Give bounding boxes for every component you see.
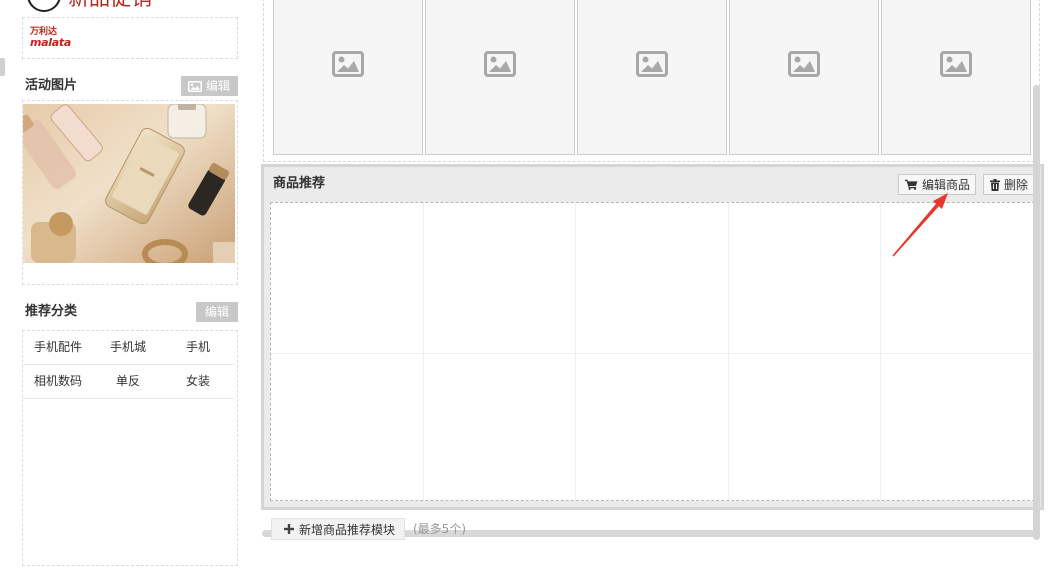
left-edge-tab [0, 58, 5, 76]
product-slot [576, 354, 729, 500]
category-item: 单反 [115, 374, 140, 388]
image-slot[interactable] [273, 0, 423, 155]
annotation-arrow-shaft [892, 203, 939, 257]
brand-logo: 万利达 malata [30, 27, 71, 48]
product-slot [728, 203, 882, 354]
product-slot [729, 354, 882, 500]
brand-logo-en: malata [30, 36, 71, 49]
category-item: 手机配件 [33, 340, 82, 354]
image-slot[interactable] [425, 0, 575, 155]
delete-button[interactable]: 删除 [983, 174, 1035, 195]
activity-image-label: 活动图片 [25, 78, 78, 93]
image-icon [188, 80, 202, 92]
product-slot [881, 354, 1034, 500]
recommend-category-label: 推荐分类 [25, 304, 78, 319]
image-placeholder-icon [484, 51, 516, 77]
brand-logo-box[interactable]: 万利达 malata [22, 17, 238, 59]
delete-label: 删除 [1004, 178, 1029, 192]
category-row: 手机配件 手机城 手机 [23, 331, 234, 365]
annotation-arrow [892, 193, 948, 257]
image-placeholder-icon [636, 51, 668, 77]
image-slot[interactable] [729, 0, 879, 155]
activity-image-box [22, 100, 238, 285]
category-item: 相机数码 [33, 374, 82, 388]
image-slot[interactable] [881, 0, 1031, 155]
product-slot [576, 203, 729, 354]
image-placeholder-icon [940, 51, 972, 77]
vertical-scrollbar[interactable] [1033, 85, 1040, 540]
product-recommend-title: 商品推荐 [273, 176, 326, 191]
category-grid: 手机配件 手机城 手机 相机数码 单反 女装 [23, 331, 234, 399]
recommend-category-box: 手机配件 手机城 手机 相机数码 单反 女装 [22, 330, 238, 566]
add-recommend-module-label: 新增商品推荐模块 [299, 522, 396, 537]
plus-icon [284, 524, 294, 534]
trash-icon [990, 178, 1000, 191]
floor-title: 新品促销 [68, 0, 152, 10]
image-slot[interactable] [577, 0, 727, 155]
activity-image-edit-button[interactable]: 编辑 [181, 76, 238, 96]
recommend-category-edit-label: 编辑 [204, 305, 229, 319]
product-slot [271, 354, 424, 500]
floor-number: 1F [34, 0, 55, 3]
add-recommend-module-button[interactable]: 新增商品推荐模块 [271, 518, 405, 540]
image-slot-row [263, 0, 1040, 162]
activity-image-edit-label: 编辑 [206, 79, 231, 93]
product-slot [271, 203, 424, 354]
product-slot [424, 354, 577, 500]
category-row: 相机数码 单反 女装 [23, 365, 234, 399]
add-module-limit-hint: (最多5个) [413, 522, 466, 536]
category-item: 手机 [185, 340, 210, 354]
category-item: 手机城 [109, 340, 146, 354]
product-slot [423, 203, 577, 354]
category-item: 女装 [185, 374, 210, 388]
image-placeholder-icon [788, 51, 820, 77]
image-placeholder-icon [332, 51, 364, 77]
recommend-category-edit-button[interactable]: 编辑 [196, 302, 238, 322]
activity-image [23, 104, 235, 263]
floor-number-badge: 1F [27, 0, 61, 12]
